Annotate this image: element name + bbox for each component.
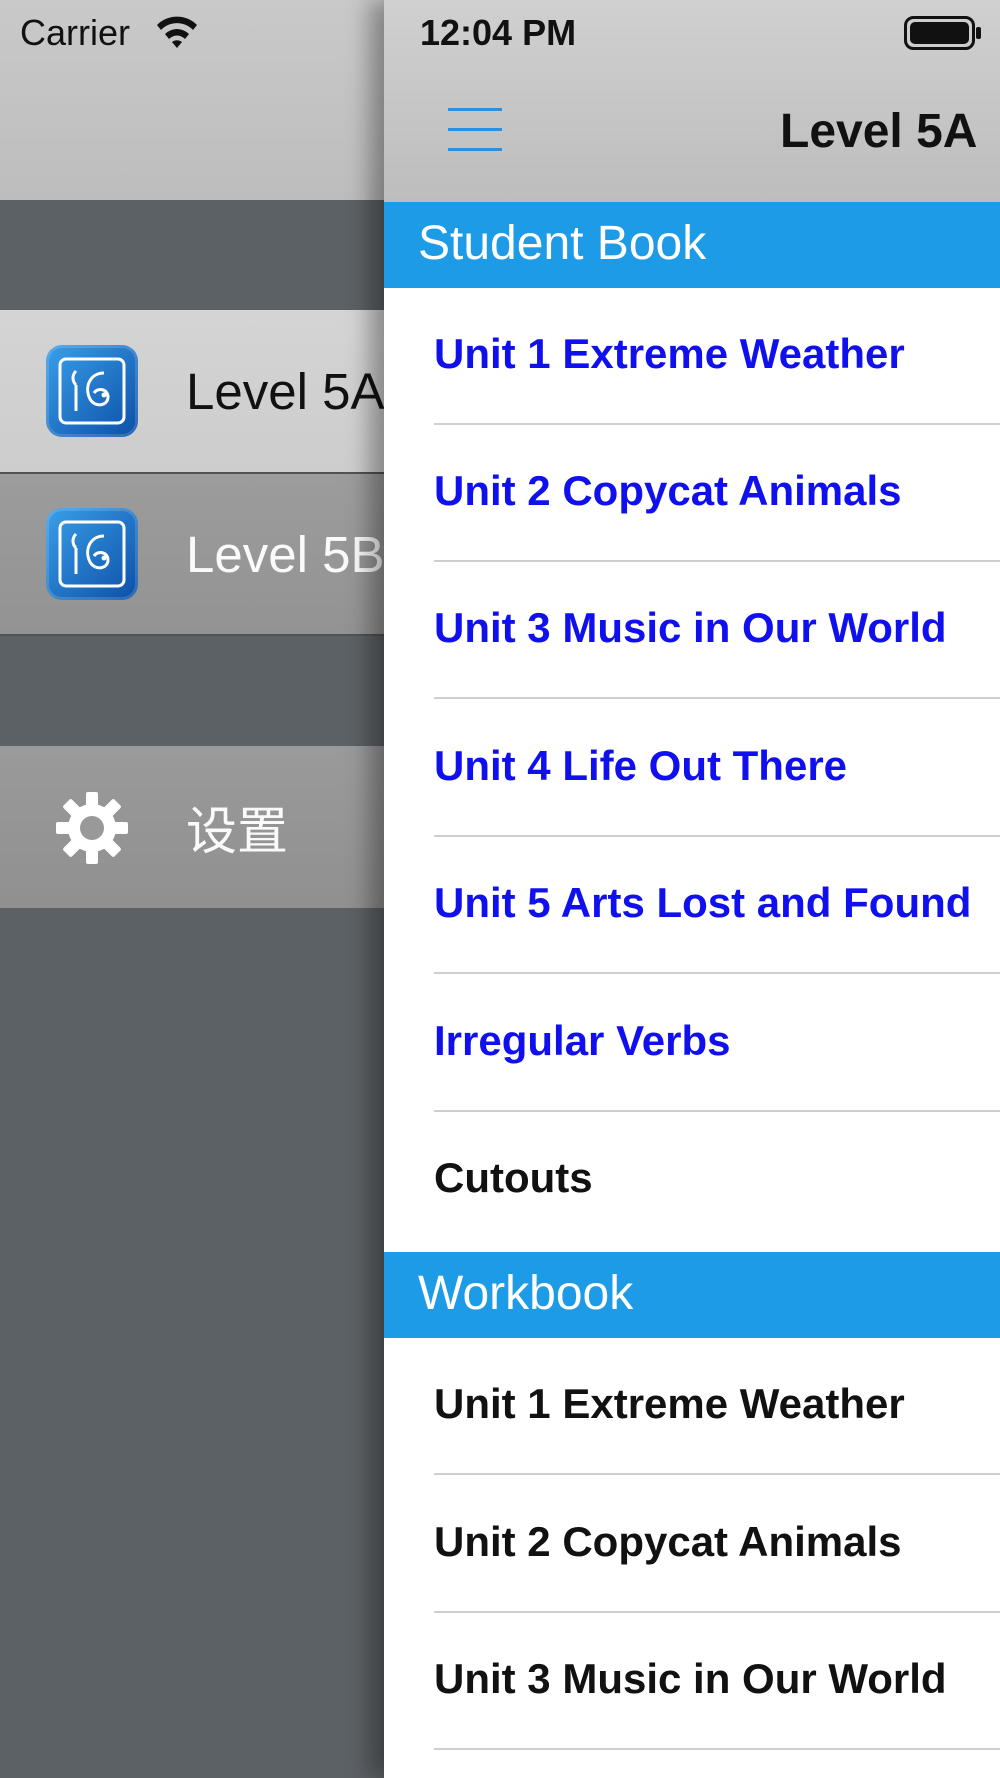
settings-label: 设置 (186, 803, 289, 862)
list-item-label: Irregular Verbs (434, 1017, 731, 1064)
list-item-label: Cutouts (434, 1154, 593, 1201)
row-divider (434, 1473, 1000, 1475)
section-title: Workbook (418, 1267, 634, 1320)
status-time: 12:04 PM (420, 12, 577, 53)
list-item-label: Unit 2 Copycat Animals (434, 1518, 902, 1565)
side-drawer: Carrier Level 5A Level 5B 设置 (0, 0, 384, 1778)
app-logo-icon (46, 345, 138, 437)
drawer-item-label: Level 5B (186, 525, 385, 583)
drawer-item-level-5b[interactable]: Level 5B (0, 474, 384, 634)
hamburger-menu-icon[interactable] (448, 108, 502, 152)
list-item[interactable]: Unit 1 Extreme Weather (384, 288, 1000, 425)
list-item[interactable]: Unit 2 Copycat Animals (384, 425, 1000, 562)
wifi-icon (157, 16, 197, 48)
drawer-status-area: Carrier (0, 0, 384, 200)
list-item-label: Unit 2 Copycat Animals (434, 467, 902, 514)
battery-icon (904, 16, 981, 50)
carrier-label: Carrier (20, 12, 131, 53)
list-item-label: Unit 1 Extreme Weather (434, 1380, 905, 1427)
list-item[interactable]: Unit 3 Music in Our World (384, 562, 1000, 699)
list-item[interactable]: Irregular Verbs (384, 975, 1000, 1112)
list-item-label: Unit 5 Arts Lost and Found (434, 879, 972, 926)
list-item-label: Unit 3 Music in Our World (434, 1655, 947, 1702)
drawer-item-settings[interactable]: 设置 (0, 746, 384, 908)
list-item[interactable]: Unit 3 Music in Our World (384, 1613, 1000, 1750)
list-item[interactable]: Unit 5 Arts Lost and Found (384, 837, 1000, 974)
list-item[interactable]: Unit 4 Life Out There (384, 700, 1000, 837)
list-item-label: Unit 1 Extreme Weather (434, 330, 905, 377)
navigation-bar: 12:04 PM Level 5A (384, 0, 1000, 202)
main-panel: 12:04 PM Level 5A Student Book Unit 1 Ex… (384, 0, 1000, 1778)
section-header-student-book: Student Book (384, 202, 1000, 288)
drawer-item-label: Level 5A (186, 362, 385, 420)
drawer-item-level-5a[interactable]: Level 5A (0, 310, 384, 472)
list-item-label: Unit 3 Music in Our World (434, 604, 947, 651)
list-item[interactable]: Unit 2 Copycat Animals (384, 1476, 1000, 1613)
list-item-label: Unit 4 Life Out There (434, 742, 848, 789)
row-divider (434, 697, 1000, 699)
section-title: Student Book (418, 217, 707, 270)
page-title: Level 5A (780, 105, 978, 158)
row-divider (434, 972, 1000, 974)
gear-icon (56, 792, 128, 864)
row-divider (434, 1748, 1000, 1750)
list-item[interactable]: Unit 1 Extreme Weather (384, 1338, 1000, 1475)
section-header-workbook: Workbook (384, 1252, 1000, 1338)
app-logo-icon (46, 508, 138, 600)
drawer-divider (0, 634, 384, 636)
list-item[interactable]: Cutouts (384, 1112, 1000, 1249)
